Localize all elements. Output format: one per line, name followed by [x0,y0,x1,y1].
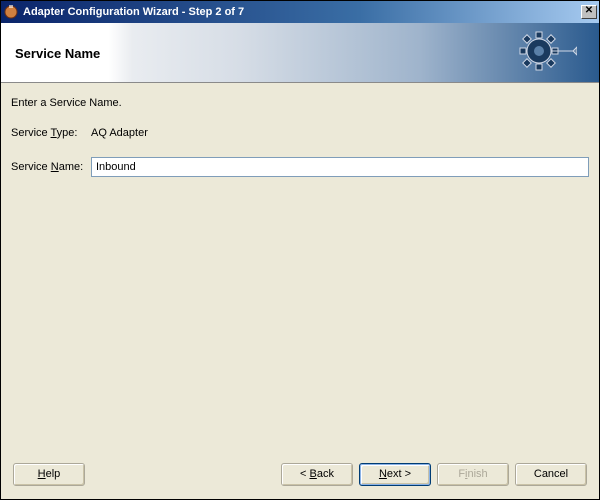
help-button[interactable]: Help [13,463,85,486]
service-name-input[interactable] [91,157,589,177]
app-icon [3,4,19,20]
instruction-text: Enter a Service Name. [11,97,589,109]
next-button[interactable]: Next > [359,463,431,486]
back-button[interactable]: < Back [281,463,353,486]
close-icon: ✕ [585,5,593,16]
wizard-window: Adapter Configuration Wizard - Step 2 of… [0,0,600,500]
page-title: Service Name [15,46,100,61]
close-button[interactable]: ✕ [581,5,597,19]
page-title-box: Service Name [7,29,107,77]
service-name-row: Service Name: [11,157,589,177]
service-type-row: Service Type: AQ Adapter [11,127,589,139]
wizard-content: Enter a Service Name. Service Type: AQ A… [1,83,599,455]
button-bar: Help < Back Next > Finish Cancel [1,455,599,499]
window-title: Adapter Configuration Wizard - Step 2 of… [23,6,581,18]
service-name-label: Service Name: [11,161,91,173]
titlebar: Adapter Configuration Wizard - Step 2 of… [1,1,599,23]
gear-icon [517,29,577,80]
service-type-value: AQ Adapter [91,127,148,139]
cancel-button[interactable]: Cancel [515,463,587,486]
service-type-label: Service Type: [11,127,91,139]
finish-button: Finish [437,463,509,486]
wizard-banner: Service Name [1,23,599,83]
